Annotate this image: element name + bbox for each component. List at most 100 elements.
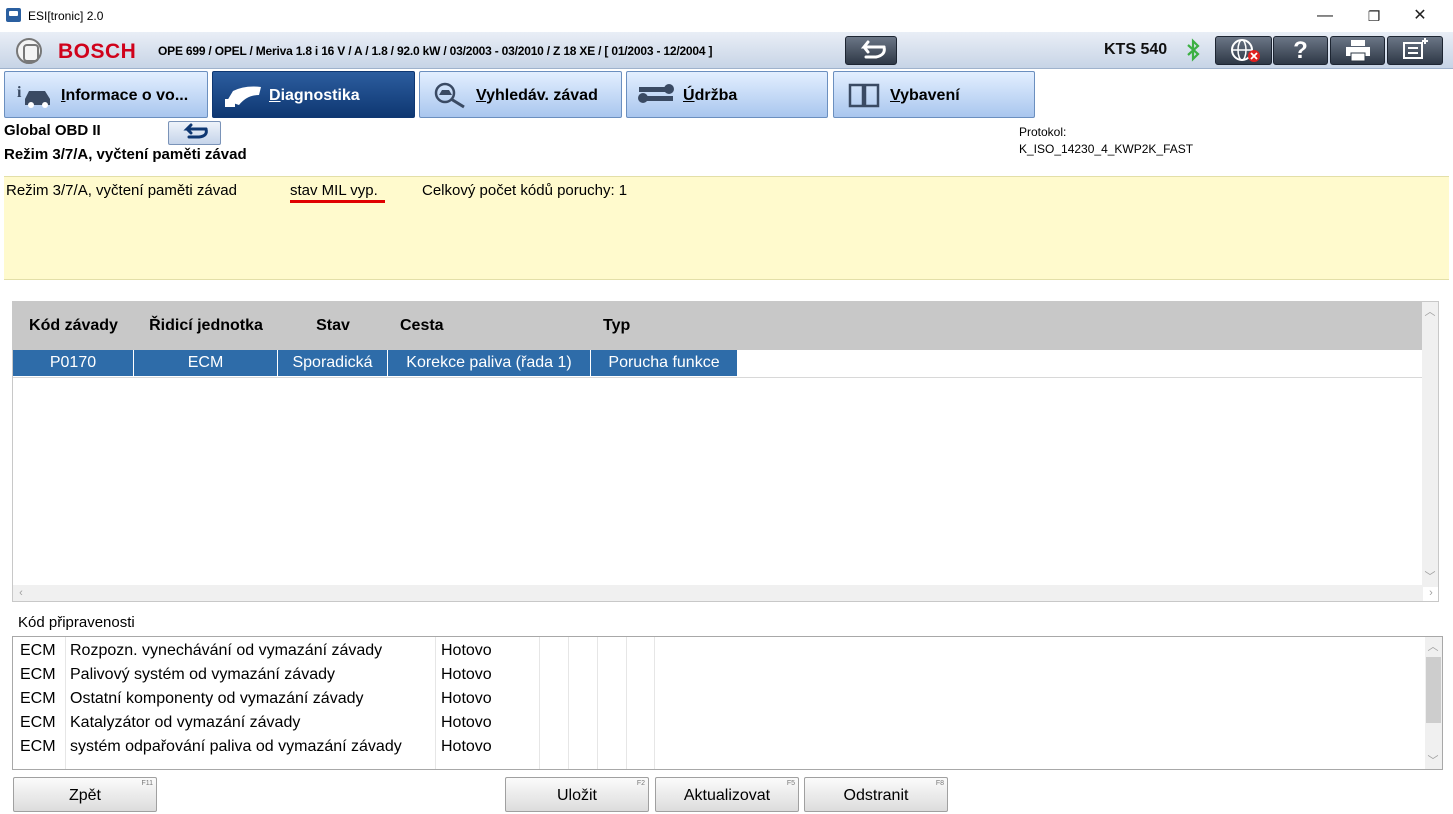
status-panel: Režim 3/7/A, vyčtení paměti závad stav M… — [4, 176, 1449, 280]
readiness-status: Hotovo — [441, 714, 492, 731]
readiness-status: Hotovo — [441, 666, 492, 683]
mil-highlight-underline — [290, 200, 385, 203]
fault-count: Celkový počet kódů poruchy: 1 — [422, 182, 628, 199]
help-icon: ? — [1293, 37, 1308, 64]
cell-ecu: ECM — [134, 350, 278, 376]
page-back-button[interactable] — [168, 121, 221, 145]
brand-name: BOSCH — [58, 40, 137, 63]
readiness-ecu: ECM — [20, 738, 56, 755]
mode-text: Režim 3/7/A, vyčtení paměti závad — [6, 182, 237, 199]
fault-table-header: Kód závady Řidicí jednotka Stav Cesta Ty… — [13, 302, 1423, 350]
scroll-up-icon[interactable]: ︿ — [1425, 639, 1441, 655]
delete-button[interactable]: Odstranit F8 — [804, 777, 948, 812]
list-item[interactable]: ECM Rozpozn. vynechávání od vymazání záv… — [13, 639, 1425, 663]
readiness-ecu: ECM — [20, 690, 56, 707]
title-bar: ESI[tronic] 2.0 — ❐ ✕ — [0, 0, 1453, 32]
svg-text:i: i — [17, 84, 22, 101]
page-title: Global OBD II — [4, 122, 101, 139]
tab-label: Informace o vo... — [61, 87, 189, 104]
mil-status: stav MIL vyp. — [290, 182, 378, 199]
readiness-label: Kód připravenosti — [18, 614, 135, 631]
tab-maintenance[interactable]: Údržba — [626, 71, 828, 118]
scroll-left-icon[interactable]: ‹ — [13, 585, 29, 601]
column-header-code[interactable]: Kód závady — [13, 302, 134, 350]
refresh-button[interactable]: Aktualizovat F5 — [655, 777, 799, 812]
app-window: ESI[tronic] 2.0 — ❐ ✕ BOSCH OPE 699 / OP… — [0, 0, 1453, 814]
table-row[interactable]: P0170 ECM Sporadická Korekce paliva (řad… — [13, 350, 737, 376]
column-header-path[interactable]: Cesta — [388, 302, 591, 350]
tab-vehicle-info[interactable]: i Informace o vo... — [4, 71, 208, 118]
cell-status: Sporadická — [278, 350, 388, 376]
tab-label: Vyhledáv. závad — [476, 87, 598, 104]
button-label: Uložit — [556, 787, 597, 804]
search-car-icon — [430, 81, 466, 109]
print-icon — [1345, 40, 1370, 62]
app-icon — [6, 8, 21, 22]
column-header-type[interactable]: Typ — [591, 302, 737, 350]
book-icon — [844, 81, 880, 109]
shortcut-key: F2 — [636, 780, 645, 787]
column-header-ecu[interactable]: Řidicí jednotka — [134, 302, 278, 350]
scroll-down-icon[interactable]: ﹀ — [1425, 753, 1441, 769]
list-item[interactable]: ECM Katalyzátor od vymazání závady Hotov… — [13, 711, 1425, 735]
tab-fault-search[interactable]: Vyhledáv. závad — [419, 71, 622, 118]
list-item[interactable]: ECM Palivový systém od vymazání závady H… — [13, 663, 1425, 687]
button-label: Odstranit — [843, 787, 909, 804]
button-label: Aktualizovat — [683, 787, 771, 804]
list-item[interactable]: ECM Ostatní komponenty od vymazání závad… — [13, 687, 1425, 711]
minimize-button[interactable]: — — [1303, 4, 1347, 28]
close-button[interactable]: ✕ — [1398, 4, 1442, 28]
save-button[interactable]: Uložit F2 — [505, 777, 649, 812]
readiness-status: Hotovo — [441, 642, 492, 659]
scroll-down-icon[interactable]: ﹀ — [1422, 569, 1438, 585]
scrollbar-thumb[interactable] — [1426, 657, 1441, 723]
bluetooth-icon — [1186, 38, 1200, 68]
scroll-right-icon[interactable]: › — [1423, 585, 1439, 601]
readiness-test: systém odpařování paliva od vymazání záv… — [70, 738, 402, 755]
protocol-value: K_ISO_14230_4_KWP2K_FAST — [1019, 142, 1194, 156]
vehicle-header: BOSCH OPE 699 / OPEL / Meriva 1.8 i 16 V… — [0, 32, 1453, 69]
header-back-button[interactable] — [845, 36, 897, 65]
fault-table-horizontal-scrollbar[interactable]: ‹ › — [13, 585, 1433, 601]
tab-label: Údržba — [683, 87, 738, 104]
menu-button[interactable] — [1387, 36, 1443, 65]
protocol-label: Protokol: — [1019, 125, 1067, 139]
online-status-button[interactable] — [1215, 36, 1272, 65]
tab-label: Vybavení — [890, 87, 960, 104]
window-title: ESI[tronic] 2.0 — [28, 9, 104, 23]
main-tabs: i Informace o vo... Diagnostika Vyhledáv… — [0, 69, 1453, 119]
cell-type: Porucha funkce — [608, 354, 720, 371]
readiness-status: Hotovo — [441, 690, 492, 707]
readiness-scrollbar[interactable]: ︿ ﹀ — [1425, 637, 1442, 769]
list-item[interactable]: ECM systém odpařování paliva od vymazání… — [13, 735, 1425, 759]
restore-button[interactable]: ❐ — [1352, 4, 1396, 28]
help-button[interactable]: ? — [1273, 36, 1328, 65]
tab-label: Diagnostika — [269, 87, 360, 104]
bosch-logo-icon — [16, 38, 42, 64]
page-subtitle: Režim 3/7/A, vyčtení paměti závad — [4, 146, 247, 163]
print-button[interactable] — [1330, 36, 1385, 65]
readiness-ecu: ECM — [20, 714, 56, 731]
wrench-icon — [637, 81, 674, 109]
back-arrow-icon — [182, 123, 208, 139]
cell-code: P0170 — [13, 350, 134, 376]
readiness-ecu: ECM — [20, 642, 56, 659]
shortcut-key: F8 — [935, 780, 944, 787]
button-label: Zpět — [68, 787, 101, 804]
tab-diagnostics[interactable]: Diagnostika — [212, 71, 415, 118]
row-divider — [13, 377, 1423, 378]
readiness-test: Katalyzátor od vymazání závady — [70, 714, 301, 731]
back-arrow-icon — [860, 40, 886, 59]
readiness-table: ECM Rozpozn. vynechávání od vymazání záv… — [12, 636, 1443, 770]
car-info-icon: i — [15, 81, 51, 109]
fault-table: Kód závady Řidicí jednotka Stav Cesta Ty… — [12, 301, 1439, 602]
column-header-status[interactable]: Stav — [278, 302, 388, 350]
readiness-test: Ostatní komponenty od vymazání závady — [70, 690, 364, 707]
back-button[interactable]: Zpět F11 — [13, 777, 157, 812]
fault-table-vertical-scrollbar[interactable]: ︿ ﹀ — [1422, 302, 1438, 587]
tab-equipment[interactable]: Vybavení — [833, 71, 1035, 118]
menu-icon — [1403, 38, 1428, 59]
scroll-up-icon[interactable]: ︿ — [1422, 304, 1438, 320]
device-name: KTS 540 — [1104, 41, 1168, 58]
globe-offline-icon — [1230, 39, 1260, 62]
